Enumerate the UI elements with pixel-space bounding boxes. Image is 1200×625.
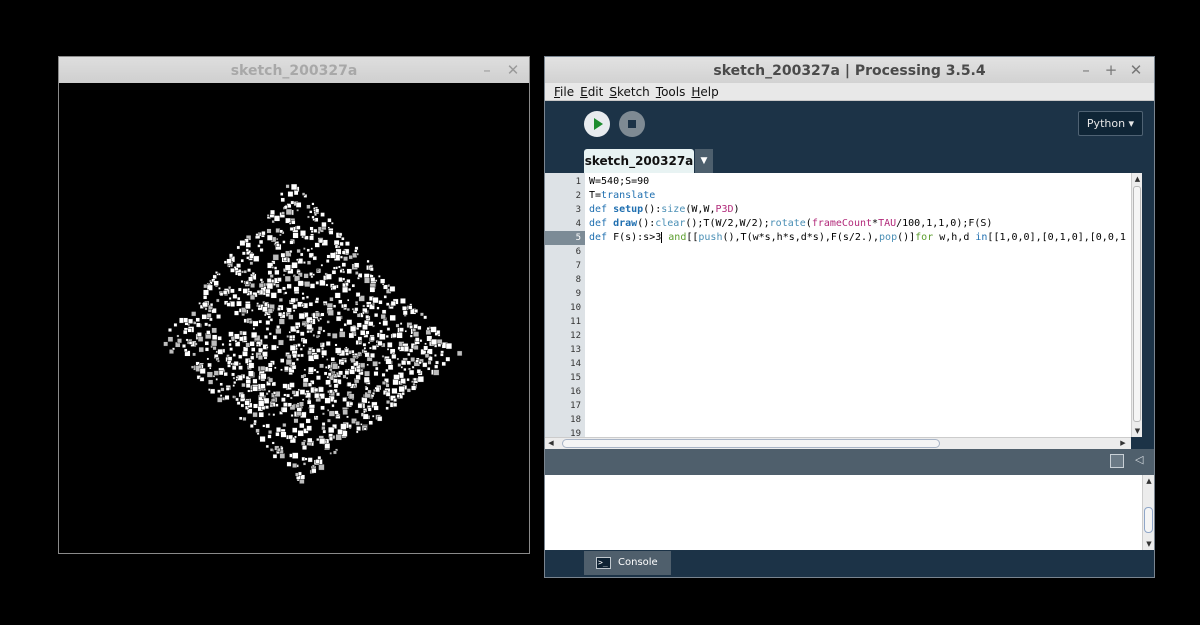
minimize-button[interactable]: – (1078, 57, 1094, 83)
tab-console[interactable]: >_ Console (584, 551, 671, 575)
processing-ide-window: sketch_200327a | Processing 3.5.4 – + ✕ … (544, 56, 1155, 578)
stop-button[interactable] (619, 111, 645, 137)
sketch-titlebar[interactable]: sketch_200327a – ✕ (59, 57, 529, 83)
maximize-button[interactable]: + (1103, 57, 1119, 83)
editor-vertical-scrollbar[interactable]: ▲ ▼ (1131, 173, 1142, 437)
line-number: 1 (575, 177, 581, 187)
sketch-window-title: sketch_200327a (230, 63, 358, 79)
scroll-up-arrow-icon[interactable]: ▲ (1143, 475, 1155, 487)
menu-sketch[interactable]: Sketch (609, 85, 649, 99)
scroll-down-arrow-icon[interactable]: ▼ (1132, 425, 1143, 437)
sketch-canvas[interactable] (59, 83, 529, 553)
menu-file[interactable]: File (554, 85, 574, 99)
close-button[interactable]: ✕ (1128, 57, 1144, 83)
line-number: 5 (545, 231, 585, 245)
close-button[interactable]: ✕ (505, 57, 521, 83)
console-tab-label: Console (618, 557, 658, 568)
scroll-thumb[interactable] (1144, 507, 1153, 533)
line-number: 10 (570, 303, 581, 313)
line-number: 18 (570, 415, 581, 425)
tab-menu-arrow[interactable]: ▼ (695, 149, 713, 173)
code-line-3: def setup():size(W,W,P3D) (589, 204, 740, 215)
collapse-console-icon[interactable]: ◁ (1135, 453, 1143, 466)
scroll-down-arrow-icon[interactable]: ▼ (1143, 538, 1155, 550)
stop-icon (628, 120, 636, 128)
play-icon (594, 118, 603, 130)
line-number: 15 (570, 373, 581, 383)
line-number: 6 (575, 247, 581, 257)
sketch-window: sketch_200327a – ✕ (58, 56, 530, 554)
terminal-icon: >_ (596, 557, 611, 569)
octahedron-render (163, 183, 463, 484)
ide-toolbar: Python ▾ (545, 101, 1154, 153)
ide-window-title: sketch_200327a | Processing 3.5.4 (713, 63, 986, 79)
line-number: 7 (575, 261, 581, 271)
minimize-button[interactable]: – (479, 57, 495, 83)
scroll-thumb[interactable] (562, 439, 940, 448)
code-line-1: W=540;S=90 (589, 176, 650, 187)
code-line-4: def draw():clear();T(W/2,W/2);rotate(fra… (589, 218, 993, 229)
ide-titlebar[interactable]: sketch_200327a | Processing 3.5.4 – + ✕ (545, 57, 1154, 83)
editor-horizontal-scrollbar[interactable]: ◀ ▶ (545, 437, 1131, 449)
line-number: 16 (570, 387, 581, 397)
console-header: ◁ (545, 449, 1154, 475)
menu-tools[interactable]: Tools (656, 85, 686, 99)
code-line-2: T=translate (589, 190, 656, 201)
cube-cluster (163, 183, 463, 484)
line-number: 8 (575, 275, 581, 285)
line-number: 12 (570, 331, 581, 341)
copy-icon[interactable] (1110, 454, 1124, 468)
mode-selector[interactable]: Python ▾ (1078, 111, 1143, 136)
scroll-left-arrow-icon[interactable]: ◀ (545, 438, 557, 449)
line-number: 4 (575, 219, 581, 229)
line-number-gutter: 1 2 3 4 5 6 7 8 9 10 11 12 13 14 15 16 17 18 19 (545, 173, 585, 439)
ide-footer: >_ Console (545, 550, 1154, 577)
menu-edit[interactable]: Edit (580, 85, 603, 99)
line-number: 9 (575, 289, 581, 299)
scroll-thumb[interactable] (1133, 186, 1141, 422)
code-line-5: def F(s):s>3 and[[push(),T(w*s,h*s,d*s),… (589, 232, 1126, 243)
menu-bar: File Edit Sketch Tools Help (545, 83, 1154, 101)
scroll-up-arrow-icon[interactable]: ▲ (1132, 173, 1143, 185)
line-number: 3 (575, 205, 581, 215)
console-vertical-scrollbar[interactable]: ▲ ▼ (1142, 475, 1154, 550)
scroll-right-arrow-icon[interactable]: ▶ (1117, 438, 1129, 449)
line-number: 14 (570, 359, 581, 369)
editor-tabs: sketch_200327a ▼ (545, 149, 1154, 173)
line-number: 13 (570, 345, 581, 355)
console-output[interactable] (545, 475, 1142, 550)
line-number: 11 (570, 317, 581, 327)
line-number: 2 (575, 191, 581, 201)
line-number: 17 (570, 401, 581, 411)
run-button[interactable] (584, 111, 610, 137)
menu-help[interactable]: Help (691, 85, 718, 99)
tab-sketch[interactable]: sketch_200327a (584, 149, 694, 173)
code-editor[interactable]: W=540;S=90 T=translate def setup():size(… (585, 173, 1131, 437)
